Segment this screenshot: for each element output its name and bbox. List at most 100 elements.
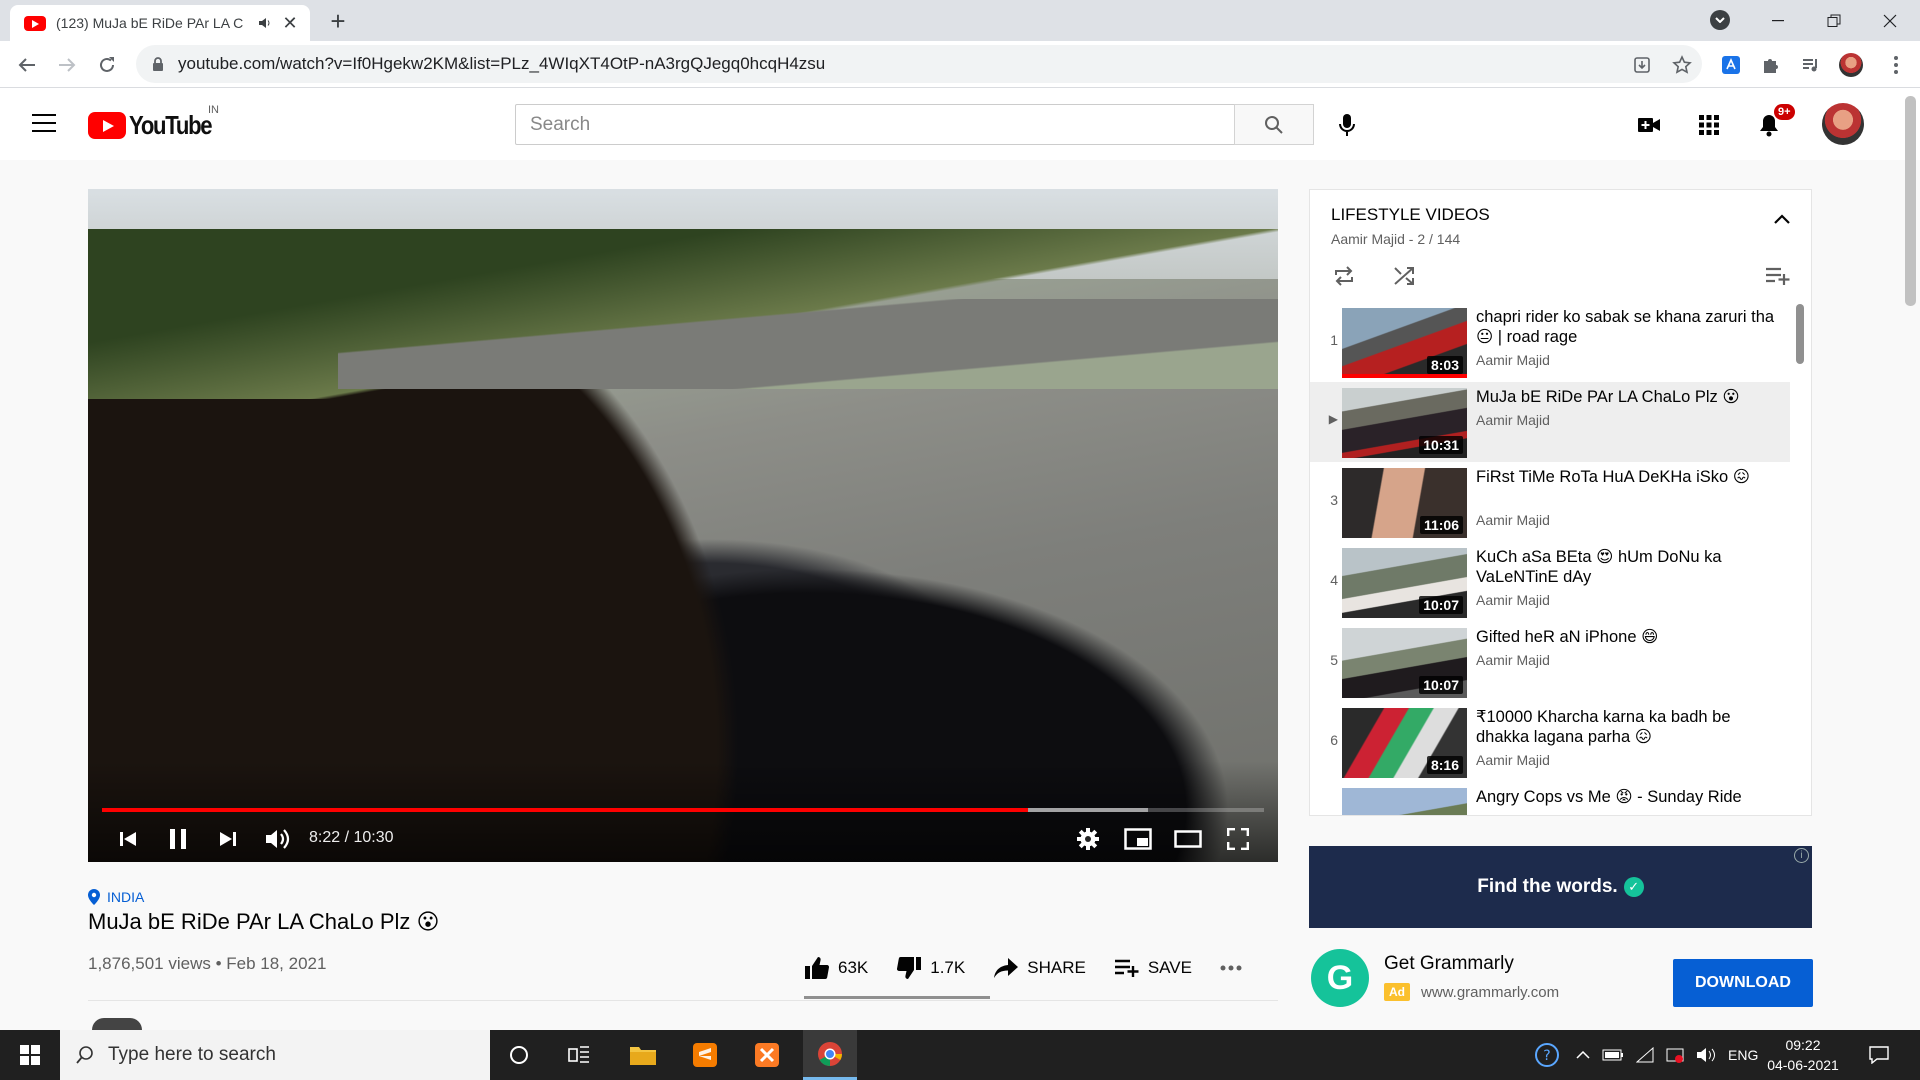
playlist-item[interactable]: 6 8:16 ₹10000 Kharcha karna ka badh be d…	[1310, 702, 1790, 782]
sublime-text-icon[interactable]	[678, 1030, 732, 1080]
playlist-item-active[interactable]: ▶ 10:31 MuJa bE RiDe PAr LA ChaLo Plz 😮 …	[1310, 382, 1790, 462]
guide-menu-icon[interactable]	[32, 114, 56, 132]
minimize-icon[interactable]	[1750, 0, 1806, 41]
theater-mode-icon[interactable]	[1170, 821, 1206, 857]
battery-icon[interactable]	[1602, 1049, 1624, 1061]
video-views-date: 1,876,501 views • Feb 18, 2021	[88, 954, 327, 973]
playlist-scrollbar[interactable]	[1796, 304, 1804, 364]
playlist-item-title[interactable]: Gifted heR aN iPhone 😄	[1476, 627, 1776, 647]
volume-icon[interactable]	[260, 821, 296, 857]
more-actions-icon[interactable]	[1220, 965, 1250, 971]
profile-avatar[interactable]	[1839, 53, 1863, 77]
create-video-icon[interactable]	[1636, 112, 1662, 138]
install-app-icon[interactable]	[1630, 53, 1654, 77]
share-button[interactable]: SHARE	[993, 957, 1086, 979]
ad-card[interactable]: G Get Grammarly Ad www.grammarly.com DOW…	[1309, 945, 1813, 1017]
loop-icon[interactable]	[1330, 262, 1358, 290]
video-thumbnail[interactable]	[1342, 788, 1467, 815]
task-view-icon[interactable]	[552, 1030, 606, 1080]
speaker-icon[interactable]	[258, 16, 272, 30]
progress-bar[interactable]	[102, 808, 1264, 812]
playlist-item[interactable]: Angry Cops vs Me 😡 - Sunday Ride	[1310, 782, 1790, 815]
next-icon[interactable]	[212, 821, 244, 857]
playlist-item-title[interactable]: MuJa bE RiDe PAr LA ChaLo Plz 😮	[1476, 387, 1776, 407]
playlist-item-title[interactable]: FiRst TiMe RoTa HuA DeKHa iSko 😖	[1476, 467, 1776, 487]
video-thumbnail[interactable]: 8:03	[1342, 308, 1467, 378]
playlist-item[interactable]: 1 8:03 chapri rider ko sabak se khana za…	[1310, 302, 1790, 382]
browser-menu-icon[interactable]	[1884, 53, 1908, 77]
cortana-icon[interactable]	[492, 1030, 546, 1080]
playlist-item-title[interactable]: Angry Cops vs Me 😡 - Sunday Ride	[1476, 787, 1776, 807]
network-icon[interactable]	[1636, 1047, 1654, 1063]
tab-close-icon[interactable]: ✕	[280, 13, 300, 34]
search-button[interactable]	[1234, 104, 1314, 145]
tray-chevron-up-icon[interactable]	[1576, 1051, 1590, 1059]
search-input[interactable]: Search	[515, 104, 1235, 145]
playlist-item-title[interactable]: ₹10000 Kharcha karna ka badh be dhakka l…	[1476, 707, 1776, 747]
settings-gear-icon[interactable]	[1070, 821, 1106, 857]
file-explorer-icon[interactable]	[616, 1030, 670, 1080]
playlist-item-title[interactable]: chapri rider ko sabak se khana zaruri th…	[1476, 307, 1776, 347]
playlist-item[interactable]: 3 11:06 FiRst TiMe RoTa HuA DeKHa iSko 😖…	[1310, 462, 1790, 542]
video-thumbnail[interactable]: 8:16	[1342, 708, 1467, 778]
search-icon	[76, 1046, 93, 1064]
video-player[interactable]: 8:22 / 10:30	[88, 189, 1278, 862]
tab-search-icon[interactable]	[1710, 10, 1730, 30]
shuffle-icon[interactable]	[1390, 262, 1418, 290]
collapse-chevron-icon[interactable]	[1774, 214, 1790, 224]
dislike-button[interactable]: 1.7K	[896, 956, 965, 980]
ad-banner[interactable]: Find the words. ✓	[1309, 846, 1812, 928]
chrome-taskbar-icon[interactable]	[803, 1030, 857, 1080]
download-button[interactable]: DOWNLOAD	[1673, 959, 1813, 1007]
playlist-item-title[interactable]: KuCh aSa BEta 😍 hUm DoNu ka VaLeNTinE dA…	[1476, 547, 1776, 587]
location-link[interactable]: INDIA	[88, 889, 144, 905]
input-language[interactable]: ENG	[1728, 1047, 1758, 1063]
window-close-icon[interactable]	[1862, 0, 1918, 41]
media-control-icon[interactable]	[1799, 53, 1823, 77]
video-thumbnail[interactable]: 11:06	[1342, 468, 1467, 538]
extensions-puzzle-icon[interactable]	[1759, 53, 1783, 77]
save-playlist-icon[interactable]	[1764, 262, 1792, 290]
video-thumbnail[interactable]: 10:31	[1342, 388, 1467, 458]
account-avatar[interactable]	[1822, 103, 1864, 145]
help-icon[interactable]: ?	[1534, 1042, 1560, 1068]
fullscreen-icon[interactable]	[1220, 821, 1256, 857]
channel-avatar[interactable]	[92, 1018, 142, 1030]
apps-grid-icon[interactable]	[1696, 112, 1722, 138]
action-center-icon[interactable]	[1852, 1030, 1906, 1080]
extension-translate-icon[interactable]	[1719, 53, 1743, 77]
restore-icon[interactable]	[1806, 0, 1862, 41]
browser-tab[interactable]: (123) MuJa bE RiDe PAr LA C ✕	[10, 5, 310, 41]
video-thumbnail[interactable]: 10:07	[1342, 548, 1467, 618]
windows-taskbar: Type here to search ? ENG 09:22 04-06-20…	[0, 1030, 1920, 1080]
new-tab-button[interactable]: +	[322, 6, 354, 37]
bookmark-star-icon[interactable]	[1670, 53, 1694, 77]
security-alert-icon[interactable]	[1666, 1046, 1684, 1064]
playlist-item[interactable]: 4 10:07 KuCh aSa BEta 😍 hUm DoNu ka VaLe…	[1310, 542, 1790, 622]
reload-icon[interactable]	[93, 51, 121, 79]
miniplayer-icon[interactable]	[1120, 821, 1156, 857]
video-thumbnail[interactable]: 10:07	[1342, 628, 1467, 698]
microphone-icon[interactable]	[1330, 108, 1364, 142]
ad-name[interactable]: Get Grammarly	[1384, 953, 1514, 975]
forward-arrow-icon[interactable]	[53, 51, 81, 79]
address-bar[interactable]: youtube.com/watch?v=If0Hgekw2KM&list=PLz…	[136, 45, 1702, 83]
back-arrow-icon[interactable]	[13, 51, 41, 79]
lock-icon[interactable]	[152, 56, 164, 72]
taskbar-clock[interactable]: 09:22 04-06-2021	[1760, 1035, 1846, 1075]
like-button[interactable]: 63K	[804, 956, 868, 980]
xampp-icon[interactable]	[740, 1030, 794, 1080]
save-button[interactable]: SAVE	[1114, 958, 1192, 978]
page-scrollbar[interactable]	[1905, 96, 1916, 306]
volume-tray-icon[interactable]	[1696, 1047, 1716, 1063]
playlist-item[interactable]: 5 10:07 Gifted heR aN iPhone 😄 Aamir Maj…	[1310, 622, 1790, 702]
grammarly-logo[interactable]: G	[1311, 949, 1369, 1007]
youtube-header: YouTube IN Search 9+	[0, 88, 1920, 160]
pause-icon[interactable]	[160, 821, 196, 857]
previous-icon[interactable]	[112, 821, 144, 857]
taskbar-search-input[interactable]: Type here to search	[60, 1030, 490, 1080]
windows-start-icon[interactable]	[0, 1030, 60, 1080]
youtube-logo[interactable]: YouTube	[88, 110, 226, 141]
ad-info-icon[interactable]: i	[1794, 848, 1809, 863]
playlist-title[interactable]: LIFESTYLE VIDEOS	[1331, 205, 1490, 225]
